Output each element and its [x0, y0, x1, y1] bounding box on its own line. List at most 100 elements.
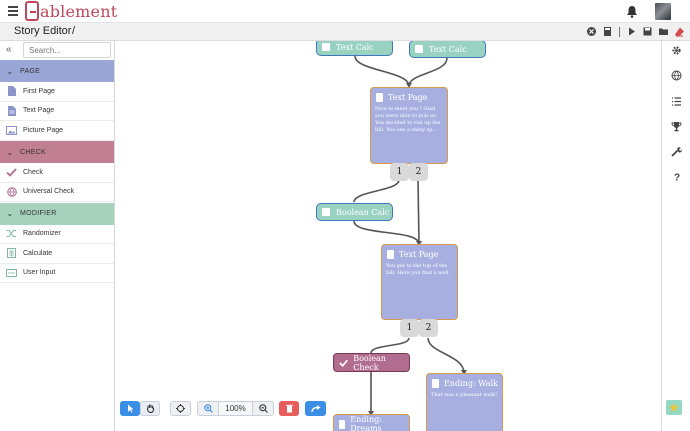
link-page2-out1-to-check — [370, 337, 410, 354]
toolbar-divider — [619, 26, 620, 37]
zoom-in-button[interactable] — [198, 402, 218, 415]
section-page[interactable]: ⌄ PAGE — [0, 60, 114, 82]
section-check[interactable]: ⌄ CHECK — [0, 141, 114, 163]
palette-item-label: Picture Page — [23, 126, 64, 134]
checkmark-icon — [6, 168, 17, 177]
app-logo[interactable]: ablement — [25, 0, 117, 22]
play-icon[interactable] — [626, 26, 637, 37]
link-page2-out2-to-walk — [427, 337, 465, 374]
ending-dreams-node[interactable]: Ending: Dreams — [333, 414, 410, 431]
search-input[interactable] — [23, 42, 111, 58]
zoom-out-icon — [258, 404, 268, 413]
ending-walk-node[interactable]: Ending: Walk That was a pleasant walk! — [426, 373, 503, 431]
node-title: Ending: Dreams — [350, 415, 382, 431]
save-icon[interactable] — [642, 26, 653, 37]
globe-icon[interactable] — [671, 70, 682, 81]
trash-icon — [285, 404, 293, 413]
editor-actions — [586, 26, 685, 37]
palette-item-label: User Input — [23, 269, 56, 277]
link-calc3-to-page2 — [353, 220, 420, 245]
link-calc2-to-page1 — [408, 57, 448, 87]
node-title: Text Calc — [429, 44, 467, 54]
input-field-icon — [6, 268, 17, 277]
palette-item-label: Calculate — [23, 249, 53, 257]
eraser-icon[interactable] — [674, 26, 685, 37]
palette-item-randomizer[interactable]: Randomizer — [0, 225, 114, 244]
section-modifier[interactable]: ⌄ MODIFIER — [0, 202, 114, 225]
breadcrumb-separator: / — [72, 25, 76, 37]
gear-icon[interactable] — [671, 45, 682, 56]
cursor-arrow-icon — [127, 404, 133, 413]
palette-item-user-input[interactable]: User Input — [0, 264, 114, 283]
app-bar: ablement — [0, 0, 690, 23]
collapse-sidebar-icon[interactable]: « — [6, 45, 12, 55]
help-icon[interactable]: ? — [671, 171, 682, 183]
chevron-down-icon: ⌄ — [6, 66, 14, 76]
node-body-text: You get to the top of the hill. Here you… — [386, 263, 451, 276]
palette-item-label: Randomizer — [23, 230, 61, 238]
calculator-icon — [322, 43, 330, 51]
logo-text: ablement — [40, 1, 118, 21]
boolean-check-node[interactable]: Boolean Check — [333, 353, 410, 372]
delete-button[interactable] — [279, 401, 299, 416]
node-body-text: Nice to meet you ! Glad you were able to… — [375, 106, 441, 133]
calculator-icon[interactable] — [602, 26, 613, 37]
section-label: MODIFIER — [20, 210, 57, 217]
boolean-calc-node[interactable]: Boolean Calc — [316, 203, 393, 221]
list-icon[interactable] — [671, 96, 682, 107]
chat-star-button[interactable] — [666, 400, 682, 415]
globe-icon — [6, 186, 17, 197]
hand-icon — [146, 404, 154, 413]
node-body-text: That was a pleasant walk! — [431, 392, 498, 398]
palette-item-first-page[interactable]: First Page — [0, 82, 114, 102]
zoom-level: 100% — [218, 402, 253, 415]
palette-item-label: Text Page — [23, 107, 55, 115]
trophy-icon[interactable] — [671, 121, 682, 132]
star-icon — [669, 402, 679, 412]
sidebar-header: « — [0, 41, 114, 59]
redo-button[interactable] — [305, 401, 326, 416]
palette-item-label: First Page — [23, 87, 55, 95]
user-avatar[interactable] — [655, 3, 671, 20]
page-title: Story Editor — [14, 25, 72, 37]
palette-item-calculate[interactable]: Calculate — [0, 244, 114, 264]
story-canvas[interactable]: Text Calc Text Calc Text Page Nice to me… — [116, 41, 661, 431]
link-calc1-to-page1 — [354, 55, 410, 87]
palette-item-text-page[interactable]: Text Page — [0, 102, 114, 121]
zoom-out-button[interactable] — [253, 402, 273, 415]
calculator-icon — [7, 248, 16, 259]
output-handle-2[interactable]: 2 — [409, 163, 428, 181]
node-palette-sidebar: « ⌄ PAGE First Page Text Page Picture Pa… — [0, 41, 115, 431]
editor-titlebar: Story Editor / — [0, 23, 690, 41]
logo-mark-icon — [25, 1, 39, 21]
center-view-button[interactable] — [170, 401, 191, 416]
output-handle-1[interactable]: 1 — [390, 163, 409, 181]
node-title: Text Page — [388, 92, 428, 102]
pan-tool-button[interactable] — [140, 401, 160, 416]
document-icon — [339, 419, 346, 429]
text-calc-node-2[interactable]: Text Calc — [409, 41, 486, 58]
section-label: CHECK — [20, 148, 47, 156]
output-handle-1[interactable]: 1 — [400, 319, 419, 337]
close-circle-icon[interactable] — [586, 26, 597, 37]
hamburger-menu-icon[interactable] — [8, 4, 18, 18]
bell-icon[interactable] — [626, 5, 638, 18]
right-tool-rail: ? — [661, 41, 690, 431]
wrench-icon[interactable] — [671, 146, 682, 157]
text-calc-node-1[interactable]: Text Calc — [316, 41, 393, 56]
select-tool-button[interactable] — [120, 401, 140, 416]
shuffle-icon — [6, 230, 16, 238]
document-icon — [8, 86, 16, 97]
palette-item-picture-page[interactable]: Picture Page — [0, 121, 114, 141]
palette-item-label: Universal Check — [23, 188, 74, 196]
checkmark-icon — [339, 359, 348, 367]
text-page-node-2[interactable]: Text Page You get to the top of the hill… — [381, 244, 458, 320]
document-icon — [376, 92, 383, 102]
palette-item-universal-check[interactable]: Universal Check — [0, 183, 114, 202]
folder-icon[interactable] — [658, 26, 669, 37]
palette-item-check[interactable]: Check — [0, 163, 114, 183]
redo-arrow-icon — [310, 404, 320, 412]
output-handle-2[interactable]: 2 — [419, 319, 438, 337]
zoom-in-icon — [203, 404, 213, 413]
text-page-node-1[interactable]: Text Page Nice to meet you ! Glad you we… — [370, 87, 448, 164]
